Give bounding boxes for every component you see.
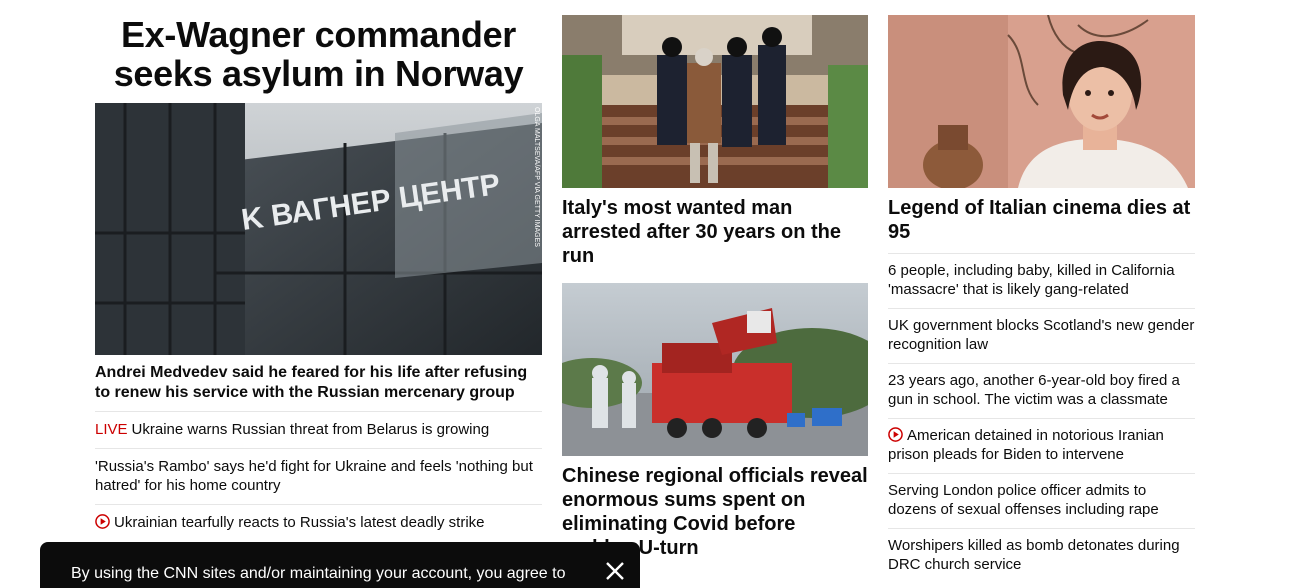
- list-item-text: Worshipers killed as bomb detonates duri…: [888, 537, 1180, 573]
- story-image-china[interactable]: [562, 283, 868, 456]
- list-item-text: Serving London police officer admits to …: [888, 482, 1159, 518]
- list-item[interactable]: Ukrainian tearfully reacts to Russia's l…: [95, 504, 542, 541]
- list-item-text: Ukraine warns Russian threat from Belaru…: [131, 421, 490, 438]
- middle-column: Italy's most wanted man arrested after 3…: [562, 15, 868, 560]
- story-headline-italy[interactable]: Italy's most wanted man arrested after 3…: [562, 196, 868, 268]
- live-badge: LIVE: [95, 421, 128, 438]
- lead-story: Ex-Wagner commander seeks asylum in Norw…: [95, 15, 542, 541]
- story-image-cinema[interactable]: [888, 15, 1195, 188]
- list-item-text: 'Russia's Rambo' says he'd fight for Ukr…: [95, 458, 533, 494]
- list-item[interactable]: 'Russia's Rambo' says he'd fight for Ukr…: [95, 448, 542, 504]
- list-item[interactable]: 23 years ago, another 6-year-old boy fir…: [888, 363, 1195, 418]
- cookie-consent-text: By using the CNN sites and/or maintainin…: [71, 565, 566, 582]
- close-icon[interactable]: [604, 560, 626, 582]
- list-item[interactable]: Worshipers killed as bomb detonates duri…: [888, 528, 1195, 583]
- list-item[interactable]: Serving London police officer admits to …: [888, 473, 1195, 528]
- lead-related-list: LIVE Ukraine warns Russian threat from Be…: [95, 411, 542, 541]
- list-item-text: Ukrainian tearfully reacts to Russia's l…: [114, 514, 485, 531]
- right-story-list: 6 people, including baby, killed in Cali…: [888, 253, 1195, 583]
- right-column: Legend of Italian cinema dies at 95 6 pe…: [888, 15, 1195, 583]
- lead-caption[interactable]: Andrei Medvedev said he feared for his l…: [95, 363, 542, 403]
- list-item-text: 6 people, including baby, killed in Cali…: [888, 262, 1175, 298]
- cookie-consent-banner: By using the CNN sites and/or maintainin…: [40, 542, 640, 588]
- list-item-text: UK government blocks Scotland's new gend…: [888, 317, 1195, 353]
- video-play-icon: [95, 514, 110, 529]
- story-image-italy[interactable]: [562, 15, 868, 188]
- video-play-icon: [888, 427, 903, 442]
- story-headline-cinema[interactable]: Legend of Italian cinema dies at 95: [888, 196, 1195, 244]
- list-item[interactable]: UK government blocks Scotland's new gend…: [888, 308, 1195, 363]
- list-item[interactable]: American detained in notorious Iranian p…: [888, 418, 1195, 473]
- list-item-text: 23 years ago, another 6-year-old boy fir…: [888, 372, 1180, 408]
- list-item-text: American detained in notorious Iranian p…: [888, 427, 1164, 463]
- lead-headline[interactable]: Ex-Wagner commander seeks asylum in Norw…: [95, 15, 542, 93]
- list-item[interactable]: 6 people, including baby, killed in Cali…: [888, 253, 1195, 308]
- lead-image[interactable]: K ВАГНЕР ЦЕНТР OLGA MALTSEVA/AFP VIA GET…: [95, 103, 542, 355]
- lead-image-credit: OLGA MALTSEVA/AFP VIA GETTY IMAGES: [533, 107, 540, 247]
- list-item[interactable]: LIVE Ukraine warns Russian threat from Be…: [95, 411, 542, 448]
